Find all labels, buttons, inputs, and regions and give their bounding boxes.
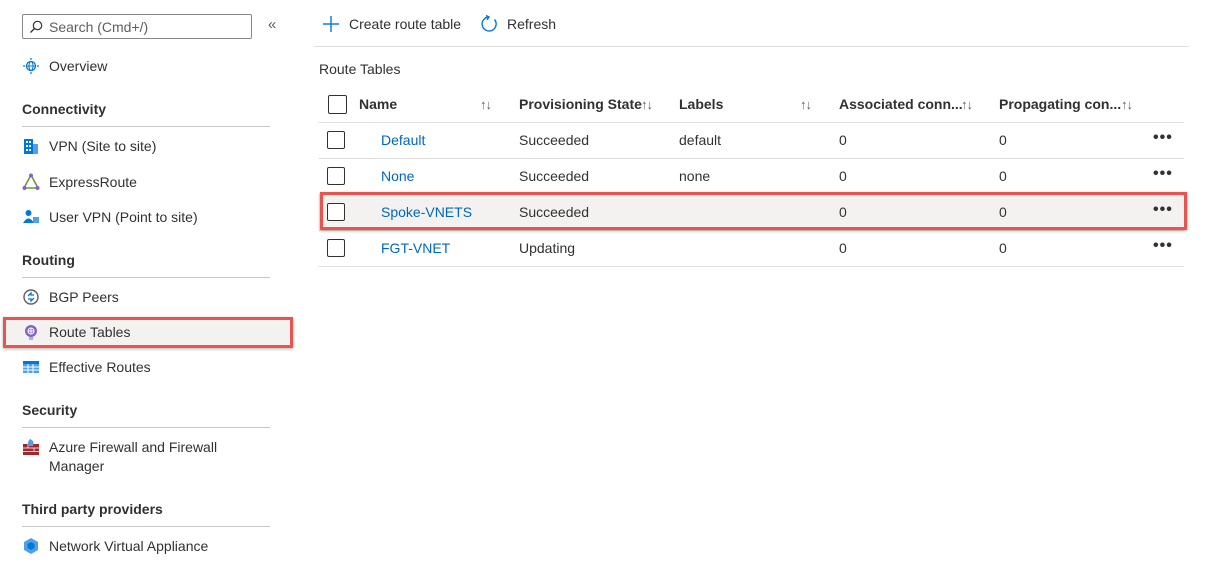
search-placeholder: Search (Cmd+/): [49, 18, 149, 35]
route-table-name-link[interactable]: Spoke-VNETS: [381, 195, 472, 230]
column-header-propagating-connections[interactable]: Propagating con...: [999, 87, 1121, 122]
route-table-name-link[interactable]: None: [381, 159, 414, 194]
sidebar-item-label: BGP Peers: [49, 289, 119, 305]
propagating-connections-value: 0: [999, 240, 1007, 256]
sort-associated-icon[interactable]: ↑↓: [961, 87, 973, 122]
table-row[interactable]: FGT-VNET Updating 0 0 •••: [319, 231, 1184, 267]
collapse-menu-icon[interactable]: «: [268, 16, 276, 33]
associated-connections-value: 0: [839, 204, 847, 220]
sidebar-item-label-line2: Manager: [49, 458, 105, 474]
column-header-associated-connections[interactable]: Associated conn...: [839, 87, 963, 122]
sidebar-item-azure-firewall[interactable]: Azure Firewall and Firewall Manager: [22, 438, 217, 478]
sidebar-item-label: Network Virtual Appliance: [49, 538, 209, 554]
sidebar-item-vpn[interactable]: VPN (Site to site): [22, 137, 156, 159]
overview-globe-icon: [23, 58, 39, 74]
page-title: Route Tables: [319, 61, 401, 77]
table-row[interactable]: None Succeeded none 0 0 •••: [319, 159, 1184, 195]
sidebar-item-effective-routes[interactable]: Effective Routes: [22, 358, 151, 380]
section-connectivity: Connectivity: [22, 101, 270, 127]
search-input[interactable]: Search (Cmd+/): [22, 14, 252, 39]
sidebar-item-label: ExpressRoute: [49, 174, 137, 190]
create-route-table-button[interactable]: Create route table: [322, 15, 461, 33]
sort-provisioning-icon[interactable]: ↑↓: [641, 87, 653, 122]
column-header-labels[interactable]: Labels: [679, 87, 723, 122]
vpn-building-icon: [24, 139, 38, 154]
sidebar-item-route-tables[interactable]: Route Tables: [22, 323, 130, 345]
labels-value: none: [679, 168, 711, 184]
search-icon: [30, 20, 43, 33]
provisioning-state: Succeeded: [519, 204, 590, 220]
sidebar-item-label: Effective Routes: [49, 359, 151, 375]
user-vpn-icon: [23, 210, 39, 223]
row-checkbox[interactable]: [327, 167, 345, 185]
section-security: Security: [22, 402, 270, 428]
table-row[interactable]: Default Succeeded default 0 0 •••: [319, 123, 1184, 159]
refresh-icon: [481, 15, 497, 32]
row-checkbox[interactable]: [327, 203, 345, 221]
sidebar-item-expressroute[interactable]: ExpressRoute: [22, 173, 137, 195]
row-checkbox[interactable]: [327, 131, 345, 149]
route-table-name-link[interactable]: FGT-VNET: [381, 231, 450, 266]
sidebar-item-label: Overview: [49, 58, 108, 74]
associated-connections-value: 0: [839, 240, 847, 256]
column-header-name[interactable]: Name: [359, 87, 397, 122]
sort-propagating-icon[interactable]: ↑↓: [1121, 87, 1133, 122]
firewall-icon: [23, 439, 39, 455]
section-routing: Routing: [22, 252, 270, 278]
sidebar-item-label-line1: Azure Firewall and Firewall: [49, 439, 218, 455]
refresh-label: Refresh: [507, 16, 557, 32]
route-table-icon: [25, 325, 37, 340]
sort-labels-icon[interactable]: ↑↓: [800, 87, 812, 122]
row-more-actions-icon[interactable]: •••: [1153, 231, 1173, 261]
table-row[interactable]: Spoke-VNETS Succeeded 0 0 •••: [319, 195, 1184, 231]
associated-connections-value: 0: [839, 168, 847, 184]
sidebar-item-label: Route Tables: [49, 324, 131, 340]
sidebar-item-overview[interactable]: Overview: [22, 57, 107, 79]
route-tables-grid: Name ↑↓ Provisioning State ↑↓ Labels ↑↓ …: [319, 87, 1184, 267]
plus-icon: [323, 16, 339, 32]
provisioning-state: Succeeded: [519, 132, 590, 148]
sidebar-item-network-virtual-appliance[interactable]: Network Virtual Appliance: [22, 537, 208, 559]
section-third-party-providers: Third party providers: [22, 501, 270, 527]
network-virtual-appliance-icon: [24, 538, 38, 554]
effective-routes-table-icon: [23, 361, 39, 373]
command-bar: Create route table Refresh: [314, 0, 1189, 47]
provisioning-state: Updating: [519, 240, 576, 256]
column-header-provisioning-state[interactable]: Provisioning State: [519, 87, 642, 122]
sidebar-item-bgp-peers[interactable]: BGP Peers: [22, 288, 119, 310]
row-checkbox[interactable]: [327, 239, 345, 257]
sidebar-item-label: VPN (Site to site): [49, 138, 157, 154]
sidebar-item-label: User VPN (Point to site): [49, 209, 198, 225]
create-route-table-label: Create route table: [349, 16, 462, 32]
row-more-actions-icon[interactable]: •••: [1153, 123, 1173, 153]
resource-menu: Search (Cmd+/) « Overview Connectivity V…: [0, 0, 300, 574]
refresh-button[interactable]: Refresh: [480, 15, 556, 33]
bgp-peers-icon: [23, 289, 39, 305]
propagating-connections-value: 0: [999, 204, 1007, 220]
provisioning-state: Succeeded: [519, 168, 590, 184]
sidebar-item-user-vpn[interactable]: User VPN (Point to site): [22, 208, 198, 230]
labels-value: default: [679, 132, 722, 148]
associated-connections-value: 0: [839, 132, 847, 148]
propagating-connections-value: 0: [999, 168, 1007, 184]
sidebar-item-label: Azure Firewall and Firewall Manager: [49, 438, 217, 476]
propagating-connections-value: 0: [999, 132, 1007, 148]
expressroute-triangle-icon: [22, 173, 40, 190]
route-table-name-link[interactable]: Default: [381, 123, 425, 158]
sort-name-icon[interactable]: ↑↓: [480, 87, 492, 122]
row-more-actions-icon[interactable]: •••: [1153, 159, 1173, 189]
select-all-checkbox[interactable]: [328, 95, 347, 114]
row-more-actions-icon[interactable]: •••: [1153, 195, 1173, 225]
grid-header-row: Name ↑↓ Provisioning State ↑↓ Labels ↑↓ …: [319, 87, 1184, 123]
